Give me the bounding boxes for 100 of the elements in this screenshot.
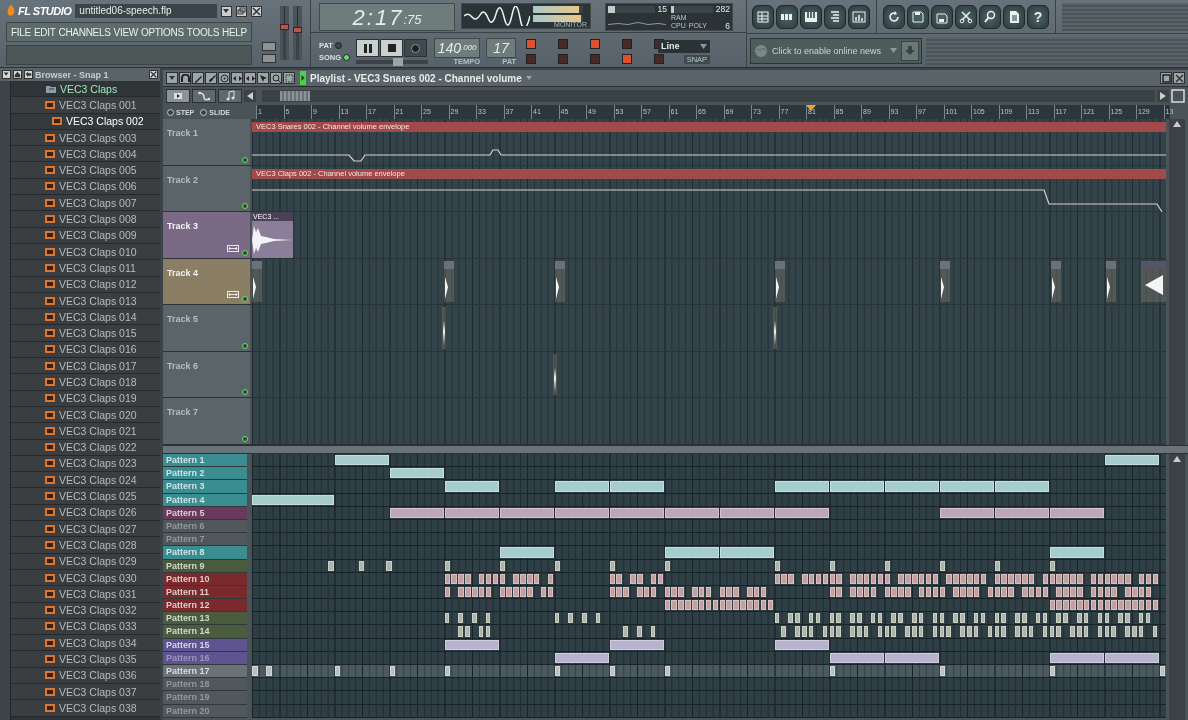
menu-item[interactable]: FILE — [11, 26, 31, 38]
pattern-name[interactable]: Pattern 3 — [163, 480, 247, 494]
track-header[interactable]: Track 1 — [163, 119, 250, 165]
item-label: VEC3 Claps 009 — [59, 229, 137, 242]
track-name: Track 1 — [167, 128, 199, 138]
item-label: VEC3 Claps 004 — [59, 147, 137, 160]
track-name: Track 3 — [167, 221, 199, 231]
track-header[interactable]: Track 5 — [163, 305, 250, 351]
item-label: VEC3 Claps 013 — [59, 294, 137, 307]
browser-item[interactable]: VEC3 Claps 017 — [11, 358, 160, 375]
menu-item[interactable]: EDIT — [33, 26, 56, 38]
item-label: VEC3 Claps 032 — [59, 604, 137, 617]
browser-item[interactable]: VEC3 Claps 014 — [11, 309, 160, 326]
browser-item[interactable]: VEC3 Claps 004 — [11, 146, 160, 163]
help-button[interactable]: ? — [1027, 4, 1049, 29]
browser-item[interactable]: VEC3 Claps 021 — [11, 423, 160, 440]
pattern-name[interactable]: Pattern 17 — [163, 665, 247, 679]
item-label: VEC3 Claps 036 — [59, 669, 137, 682]
item-label: VEC3 Claps 030 — [59, 571, 137, 584]
item-label: VEC3 Claps 027 — [59, 522, 137, 535]
menu-item[interactable]: VIEW — [113, 26, 138, 38]
item-label: VEC3 Claps 019 — [59, 392, 137, 405]
track-name: Track 4 — [167, 267, 199, 278]
item-label: VEC3 Claps 001 — [59, 98, 137, 111]
item-label: VEC3 Claps 033 — [59, 620, 137, 633]
folder-label: VEC3 Claps — [60, 82, 118, 95]
item-label: VEC3 Claps 007 — [59, 196, 137, 209]
browser-item[interactable]: VEC3 Claps 007 — [11, 195, 160, 212]
menu-item[interactable]: OPTIONS — [140, 26, 184, 38]
item-label: VEC3 Claps 005 — [59, 164, 137, 177]
news-field[interactable]: Click to enable online news — [750, 37, 922, 64]
item-label: VEC3 Claps 028 — [59, 538, 137, 551]
track-header[interactable]: Track 3 — [163, 212, 250, 258]
browser-item[interactable]: VEC3 Claps 038 — [11, 700, 160, 717]
item-label: VEC3 Claps 024 — [59, 473, 137, 486]
browser-item[interactable]: VEC3 Claps 001 — [11, 97, 160, 114]
item-label: VEC3 Claps 016 — [59, 343, 137, 356]
playlist-title: Playlist - VEC3 Snares 002 - Channel volume — [310, 72, 522, 84]
track-header[interactable]: Track 2 — [163, 165, 250, 211]
browser-item[interactable]: VEC3 Claps 031 — [11, 586, 160, 603]
browser-item[interactable]: VEC3 Claps 025 — [11, 488, 160, 505]
browser-item[interactable]: VEC3 Claps 015 — [11, 325, 160, 342]
pattern-name[interactable]: Pattern 13 — [163, 612, 247, 626]
item-label: VEC3 Claps 029 — [59, 555, 137, 568]
tempo-value: 140 — [437, 39, 461, 56]
browser-item[interactable]: VEC3 Claps 034 — [11, 635, 160, 652]
item-label: VEC3 Claps 020 — [59, 408, 137, 421]
menu-item[interactable]: TOOLS — [186, 26, 220, 38]
item-label: VEC3 Claps 017 — [59, 359, 137, 372]
pattern-name[interactable]: Pattern 12 — [163, 599, 247, 613]
browser-item[interactable]: VEC3 Claps 005 — [11, 162, 160, 179]
menu-item[interactable]: CHANNELS — [58, 26, 111, 38]
pattern-name[interactable]: Pattern 14 — [163, 625, 247, 639]
track-name: Track 7 — [167, 407, 199, 417]
track-name: Track 6 — [167, 360, 199, 371]
item-label: VEC3 Claps 025 — [59, 490, 137, 503]
track-header[interactable]: Track 6 — [163, 351, 250, 397]
app-logo: FL STUDIO — [18, 5, 72, 17]
browser-item[interactable]: VEC3 Claps 011 — [11, 260, 160, 277]
item-label: VEC3 Claps 031 — [59, 587, 137, 600]
item-label: VEC3 Claps 037 — [59, 685, 137, 698]
browser-item[interactable]: VEC3 Claps 027 — [11, 521, 160, 538]
browser-item[interactable]: VEC3 Claps 024 — [11, 472, 160, 489]
track-name: Track 5 — [167, 314, 199, 324]
item-label: VEC3 Claps 023 — [59, 457, 137, 470]
pattern-number: 17 — [493, 39, 509, 56]
meter-reading: 15 — [657, 5, 667, 14]
item-label: VEC3 Claps 035 — [59, 653, 137, 666]
browser-item[interactable]: VEC3 Claps 018 — [11, 374, 160, 391]
item-label: VEC3 Claps 014 — [59, 310, 137, 323]
tempo-fraction: .000 — [461, 43, 477, 52]
item-label: VEC3 Claps 003 — [59, 131, 137, 144]
track-header[interactable]: Track 4 — [163, 258, 250, 304]
item-label: VEC3 Claps 021 — [59, 424, 137, 437]
track-header[interactable]: Track 7 — [163, 398, 250, 444]
pattern-name[interactable]: Pattern 1 — [163, 454, 247, 468]
item-label: VEC3 Claps 012 — [59, 278, 137, 291]
file-title: untitled06-speech.flp — [75, 4, 217, 18]
item-label: VEC3 Claps 010 — [59, 245, 137, 258]
item-label: VEC3 Claps 034 — [59, 636, 137, 649]
item-label: VEC3 Claps 002 — [66, 115, 144, 128]
time-readout: 2:17 — [352, 6, 404, 30]
item-label: VEC3 Claps 018 — [59, 376, 137, 388]
browser-item[interactable]: VEC3 Claps 028 — [11, 537, 160, 554]
snap-dropdown[interactable]: Line — [658, 39, 711, 53]
item-label: VEC3 Claps 038 — [59, 701, 137, 714]
meter-reading: 282 — [715, 5, 730, 14]
item-label: VEC3 Claps 006 — [59, 180, 137, 193]
menu-item[interactable]: HELP — [222, 26, 247, 38]
item-label: VEC3 Claps 011 — [59, 261, 136, 274]
item-label: VEC3 Claps 026 — [59, 506, 137, 519]
time-fraction: :75 — [403, 11, 422, 29]
browser-title: Browser - Snap 1 — [35, 69, 110, 80]
browser-item[interactable]: VEC3 Claps 035 — [11, 651, 160, 668]
news-input[interactable]: Click to enable online news — [772, 45, 886, 56]
track-name: Track 2 — [167, 174, 199, 185]
item-label: VEC3 Claps 015 — [59, 327, 137, 340]
poly-reading: 6 — [725, 21, 730, 30]
item-label: VEC3 Claps 022 — [59, 441, 137, 454]
browser-item[interactable]: VEC3 Claps 008 — [11, 211, 160, 228]
